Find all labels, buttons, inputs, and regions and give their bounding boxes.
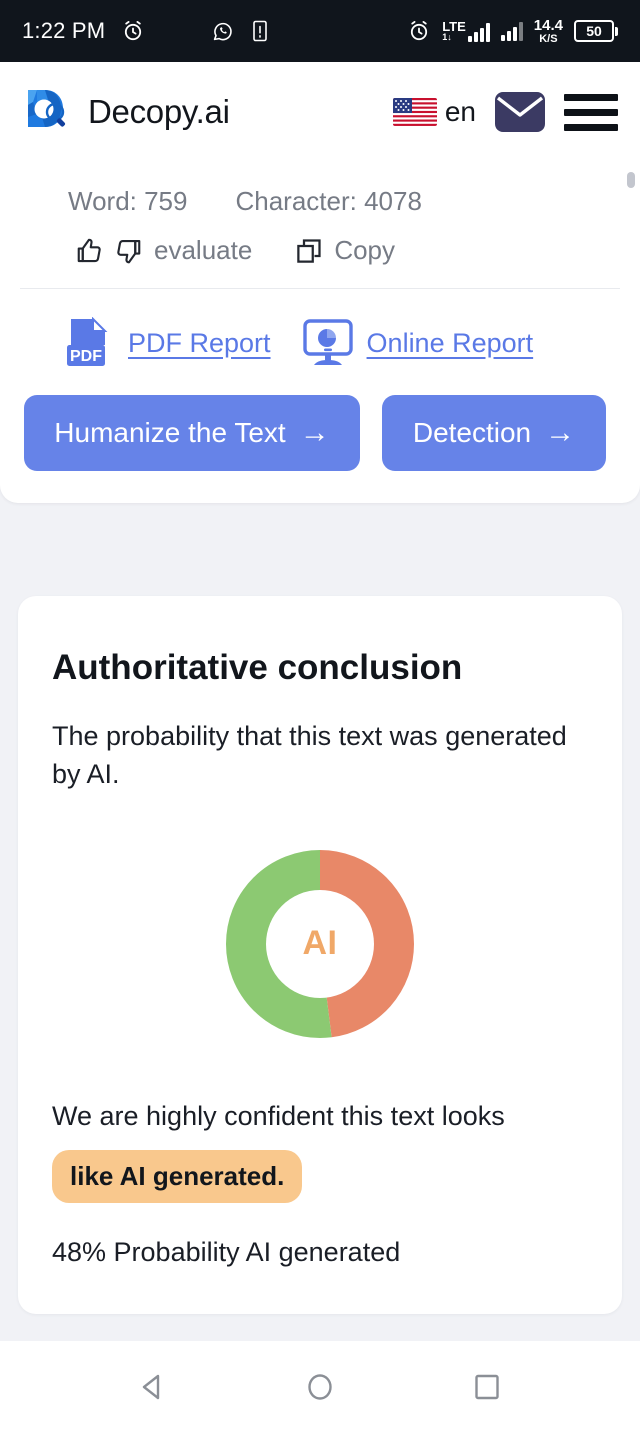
recents-square-icon[interactable] (458, 1358, 516, 1416)
status-bar-right: LTE 1↓ 14.4 K/S 50 (407, 18, 618, 45)
language-code-label: en (444, 96, 476, 127)
humanize-button-label: Humanize the Text (54, 417, 286, 448)
battery-level-label: 50 (586, 23, 602, 39)
word-count-label: Word: 759 (68, 186, 188, 216)
alarm-clock-icon (407, 19, 431, 43)
pdf-file-icon: PDF (62, 316, 116, 369)
donut-center: AI (266, 889, 374, 998)
battery-body: 50 (574, 20, 614, 42)
alarm-clock-icon (121, 19, 145, 43)
result-actions-row: evaluate Copy (0, 217, 640, 288)
detection-button[interactable]: Detection → (382, 395, 606, 471)
verdict-highlight-badge: like AI generated. (52, 1150, 303, 1204)
decopy-logo-icon (22, 84, 78, 141)
probability-donut-chart: AI (52, 849, 588, 1038)
signal-bars-primary (467, 22, 490, 42)
pdf-report-link-group[interactable]: PDF PDF Report (62, 316, 271, 369)
network-speed-unit: K/S (539, 32, 558, 45)
us-flag-icon (392, 98, 437, 126)
authoritative-conclusion-card: Authoritative conclusion The probability… (18, 596, 622, 1315)
primary-actions-row: Humanize the Text → Detection → (0, 391, 640, 503)
copy-button[interactable]: Copy (294, 235, 395, 266)
report-links-row: PDF PDF Report Online Report (0, 289, 640, 391)
whatsapp-icon (211, 19, 235, 43)
phone-screen: 1:22 PM LTE 1↓ 14.4 K/S 50 Decopy.ai en … (0, 0, 640, 1433)
battery-tip (615, 26, 618, 36)
detection-button-label: Detection (412, 417, 532, 448)
brand-name: Decopy.ai (88, 93, 230, 130)
scrollbar-thumb[interactable] (627, 172, 635, 188)
evaluate-label: evaluate (154, 235, 253, 265)
back-triangle-icon[interactable] (124, 1358, 182, 1416)
thumbs-down-icon[interactable] (114, 236, 144, 266)
monitor-chart-icon (301, 317, 355, 369)
arrow-right-icon: → (545, 416, 576, 449)
svg-text:PDF: PDF (70, 348, 102, 365)
text-stats-row: Word: 759 Character: 4078 (0, 162, 640, 217)
donut-center-label: AI (302, 924, 338, 963)
verdict-prefix: We are highly confident this text looks (52, 1100, 505, 1131)
pdf-report-link[interactable]: PDF Report (128, 328, 271, 359)
probability-text: 48% Probability AI generated (52, 1237, 401, 1268)
arrow-right-icon: → (299, 416, 330, 449)
android-status-bar: 1:22 PM LTE 1↓ 14.4 K/S 50 (0, 0, 640, 62)
language-switcher[interactable]: en (392, 96, 476, 128)
donut-ring: AI (226, 849, 414, 1038)
hamburger-line (564, 108, 618, 116)
hamburger-line (564, 123, 618, 131)
online-report-link-group[interactable]: Online Report (301, 317, 534, 369)
humanize-the-text-button[interactable]: Humanize the Text → (24, 395, 360, 471)
envelope-icon[interactable] (494, 91, 546, 133)
detection-result-card: Word: 759 Character: 4078 evaluate Copy … (0, 162, 640, 503)
thumbs-up-icon[interactable] (74, 236, 104, 266)
verdict-text: We are highly confident this text looks … (52, 1096, 588, 1204)
sim-card-alert-icon (251, 19, 269, 43)
character-count-label: Character: 4078 (235, 186, 422, 216)
copy-label: Copy (334, 235, 396, 265)
app-header: Decopy.ai en (0, 62, 640, 162)
brand-logo-group[interactable]: Decopy.ai (22, 84, 230, 141)
conclusion-title: Authoritative conclusion (52, 648, 463, 687)
lte-label-group: LTE 1↓ (442, 20, 466, 42)
conclusion-description: The probability that this text was gener… (52, 721, 567, 789)
status-bar-clock: 1:22 PM (22, 18, 106, 43)
status-bar-left: 1:22 PM (22, 18, 269, 44)
network-type-sub-label: 1↓ (442, 32, 452, 42)
signal-bars-secondary (500, 21, 523, 41)
hamburger-menu-icon[interactable] (564, 93, 618, 131)
evaluate-control[interactable]: evaluate (74, 235, 252, 266)
battery-indicator: 50 (574, 20, 618, 42)
network-speed-value: 14.4 (533, 16, 563, 34)
online-report-link[interactable]: Online Report (367, 328, 534, 359)
app-header-actions: en (392, 91, 618, 133)
android-navigation-bar (0, 1341, 640, 1433)
lte-signal-indicator: LTE 1↓ (442, 20, 490, 42)
network-speed-indicator: 14.4 K/S (534, 18, 563, 45)
page-content-scroll[interactable]: Word: 759 Character: 4078 evaluate Copy … (0, 162, 640, 1341)
copy-icon (294, 236, 324, 266)
hamburger-line (564, 93, 618, 101)
home-circle-icon[interactable] (291, 1358, 349, 1416)
